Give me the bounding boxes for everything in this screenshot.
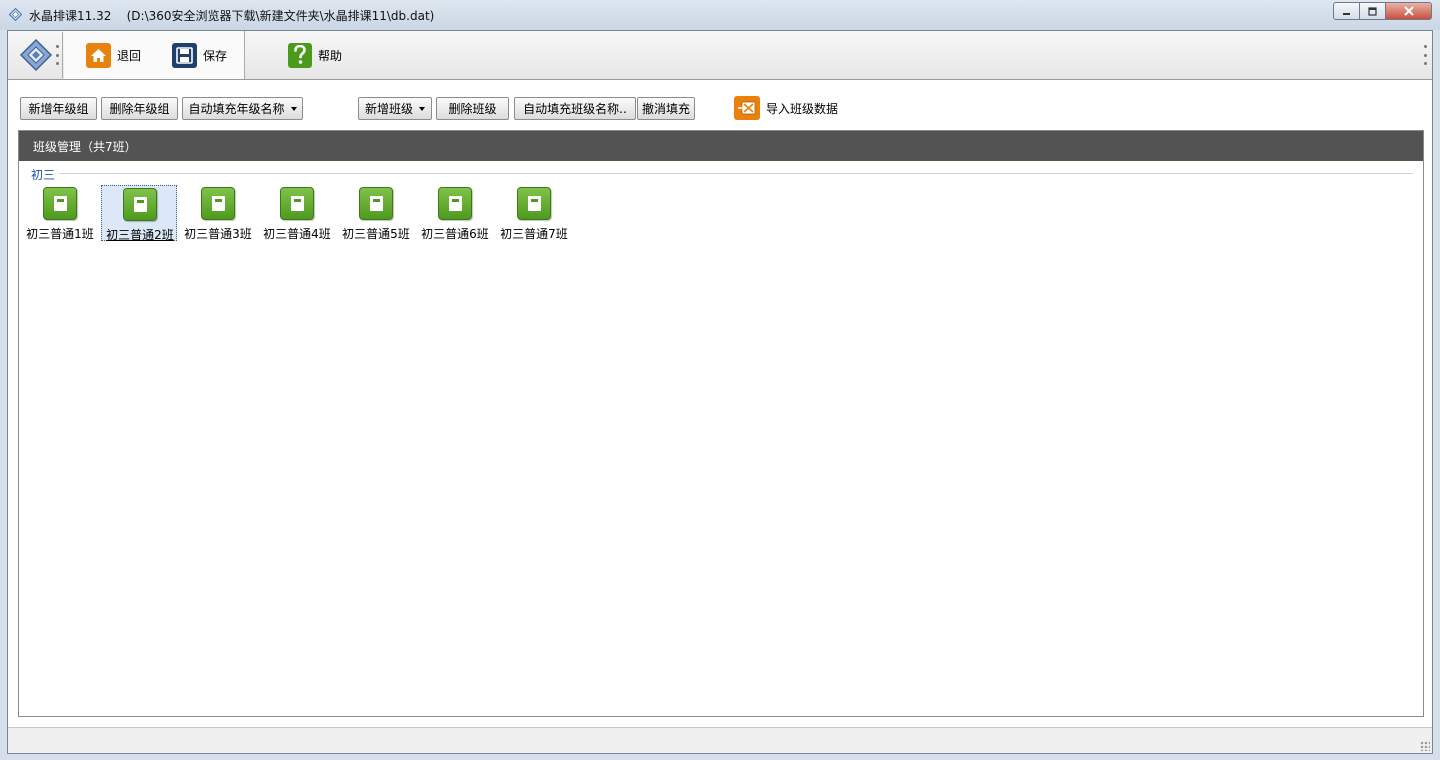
class-item[interactable]: 初三普通3班 [180, 185, 256, 241]
file-path: (D:\360安全浏览器下载\新建文件夹\水晶排课11\db.dat) [126, 9, 435, 23]
import-class-data-button[interactable]: 导入班级数据 [734, 95, 838, 121]
grade-group-label: 初三 [31, 166, 60, 183]
class-icon [438, 187, 472, 220]
add-class-label: 新增班级 [364, 102, 413, 116]
ribbon-group-main: 退回 保存 [64, 31, 245, 79]
class-name-label: 初三普通6班 [421, 227, 489, 241]
class-name-label: 初三普通1班 [26, 227, 94, 241]
class-item[interactable]: 初三普通7班 [496, 185, 572, 241]
class-item[interactable]: 初三普通5班 [338, 185, 414, 241]
dropdown-arrow-icon [419, 106, 425, 111]
class-item[interactable]: 初三普通6班 [417, 185, 493, 241]
class-name-label: 初三普通2班 [106, 228, 174, 242]
cancel-fill-button[interactable]: 撤消填充 [637, 97, 695, 120]
floppy-disk-icon [172, 42, 197, 68]
ribbon-grip-left [56, 45, 60, 65]
delete-class-button[interactable]: 删除班级 [436, 97, 509, 120]
class-icon [280, 187, 314, 220]
back-button[interactable]: 退回 [86, 42, 141, 68]
window-title: 水晶排课11.32 (D:\360安全浏览器下载\新建文件夹\水晶排课11\db… [29, 7, 434, 24]
class-icon [359, 187, 393, 220]
class-name-label: 初三普通5班 [342, 227, 410, 241]
app-logo-icon [9, 8, 22, 21]
group-divider [59, 173, 1413, 174]
resize-grip-icon[interactable] [1420, 741, 1430, 751]
ribbon-grip-right [1424, 45, 1428, 65]
help-button[interactable]: 帮助 [288, 42, 342, 68]
add-class-dropdown[interactable]: 新增班级 [358, 97, 432, 120]
class-icon [201, 187, 235, 220]
app-menu-button[interactable] [9, 32, 63, 78]
autofill-class-name-button[interactable]: 自动填充班级名称.. [514, 97, 636, 120]
class-icon [517, 187, 551, 220]
dropdown-arrow-icon [290, 106, 297, 111]
class-item[interactable]: 初三普通2班 [101, 185, 177, 242]
window-controls [1333, 2, 1432, 20]
class-icon [123, 188, 157, 221]
question-mark-icon [288, 42, 312, 68]
panel-title: 班级管理（共7班） [19, 131, 1423, 161]
save-label: 保存 [203, 48, 228, 63]
import-class-data-label: 导入班级数据 [766, 101, 839, 116]
add-grade-group-button[interactable]: 新增年级组 [20, 97, 97, 120]
class-name-label: 初三普通7班 [500, 227, 568, 241]
autofill-grade-name-label: 自动填充年级名称 [188, 102, 285, 116]
class-name-label: 初三普通4班 [263, 227, 331, 241]
crystal-logo-icon [19, 38, 52, 72]
main-window: 退回 保存 帮助 新增年级组 删除年级组 自动填充年级名称 新增班级 删除班级 … [7, 30, 1433, 754]
close-button[interactable] [1385, 2, 1432, 20]
title-bar: 水晶排课11.32 (D:\360安全浏览器下载\新建文件夹\水晶排课11\db… [0, 0, 1440, 30]
minimize-button[interactable] [1333, 2, 1360, 20]
close-icon [1403, 6, 1414, 16]
maximize-button[interactable] [1359, 2, 1386, 20]
app-name: 水晶排课11.32 [29, 9, 112, 23]
class-item[interactable]: 初三普通4班 [259, 185, 335, 241]
home-icon [86, 42, 111, 68]
class-management-panel: 班级管理（共7班） 初三 初三普通1班 初三普通2班 初三普通3班 初三普通4班 初三普… [18, 130, 1424, 717]
maximize-icon [1368, 6, 1377, 16]
import-icon [734, 96, 760, 120]
class-icon [43, 187, 77, 220]
ribbon-toolbar: 退回 保存 帮助 [8, 31, 1432, 80]
autofill-grade-name-dropdown[interactable]: 自动填充年级名称 [182, 97, 303, 120]
delete-grade-group-button[interactable]: 删除年级组 [101, 97, 178, 120]
class-item[interactable]: 初三普通1班 [22, 185, 98, 241]
save-button[interactable]: 保存 [172, 42, 227, 68]
minimize-icon [1343, 12, 1350, 15]
class-name-label: 初三普通3班 [184, 227, 252, 241]
status-bar [8, 727, 1432, 753]
back-label: 退回 [117, 48, 142, 63]
help-label: 帮助 [318, 48, 343, 63]
